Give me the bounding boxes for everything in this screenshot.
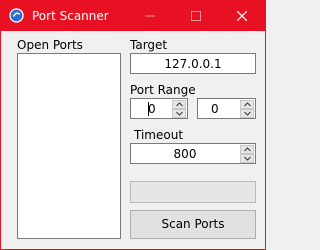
maximize-button[interactable] xyxy=(173,1,219,31)
chevron-up-icon xyxy=(244,147,251,152)
timeout-input[interactable]: 800 xyxy=(130,143,256,164)
timeout-up-button[interactable] xyxy=(240,145,254,154)
target-input[interactable]: 127.0.0.1 xyxy=(130,53,256,74)
chevron-up-icon xyxy=(176,102,183,107)
scan-ports-button[interactable]: Scan Ports xyxy=(130,210,256,239)
minimize-button[interactable] xyxy=(127,1,173,31)
text-caret xyxy=(148,102,149,116)
title-bar[interactable]: Port Scanner xyxy=(1,1,265,31)
port-end-value: 0 xyxy=(211,102,219,116)
scan-progress-bar xyxy=(130,181,256,203)
port-start-up-button[interactable] xyxy=(172,100,186,109)
chevron-down-icon xyxy=(244,111,251,116)
close-button[interactable] xyxy=(219,1,265,31)
maximize-icon xyxy=(191,11,201,21)
port-end-down-button[interactable] xyxy=(240,109,254,118)
port-end-input[interactable]: 0 xyxy=(197,98,256,119)
chevron-up-icon xyxy=(244,102,251,107)
app-window: Port Scanner Open Ports Target 127.0.0.1… xyxy=(0,0,266,250)
chevron-down-icon xyxy=(176,111,183,116)
port-end-up-button[interactable] xyxy=(240,100,254,109)
close-icon xyxy=(237,11,247,21)
target-value: 127.0.0.1 xyxy=(164,57,222,71)
port-end-spinner xyxy=(240,100,254,118)
minimize-icon xyxy=(145,15,155,17)
timeout-label: Timeout xyxy=(134,128,184,142)
port-start-spinner xyxy=(172,100,186,118)
port-range-label: Port Range xyxy=(130,83,196,97)
port-start-down-button[interactable] xyxy=(172,109,186,118)
window-title: Port Scanner xyxy=(32,9,109,23)
timeout-spinner xyxy=(240,145,254,163)
chevron-down-icon xyxy=(244,156,251,161)
target-label: Target xyxy=(130,38,168,52)
timeout-down-button[interactable] xyxy=(240,154,254,163)
app-logo-icon xyxy=(9,8,24,23)
port-start-input[interactable]: 0 xyxy=(130,98,188,119)
open-ports-list[interactable] xyxy=(17,53,121,239)
open-ports-label: Open Ports xyxy=(17,38,83,52)
timeout-value: 800 xyxy=(173,147,197,161)
port-start-value: 0 xyxy=(148,102,156,116)
